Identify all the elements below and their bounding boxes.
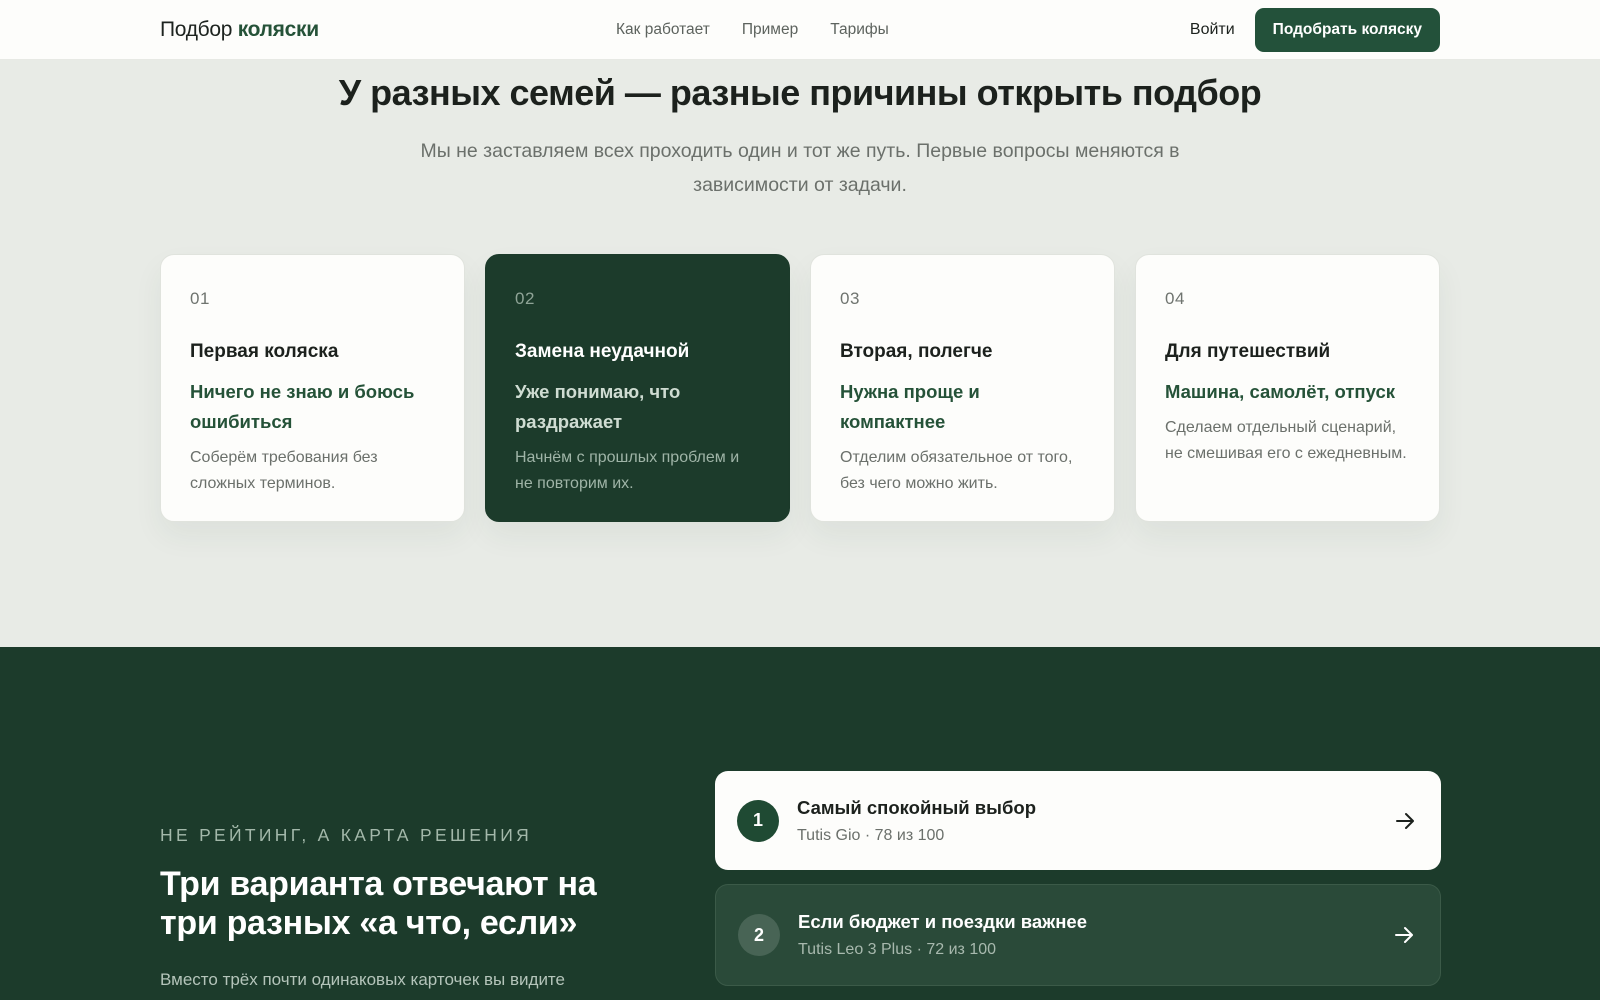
card-number: 04 [1165,289,1185,308]
scenarios-section: У разных семей — разные причины открыть … [0,60,1600,647]
option-number-badge: 1 [737,799,779,842]
option-title: Если бюджет и поездки важнее [798,911,1088,932]
scenario-card-replacement[interactable]: 02 Замена неудачной Уже понимаю, что раз… [485,254,790,522]
section-title: У разных семей — разные причины открыть … [338,72,1262,113]
logo-main: Подбор [160,17,233,41]
card-number: 03 [840,289,860,308]
option-title: Самый спокойный выбор [797,796,1037,818]
option-text: Самый спокойный выбор Tutis Gio · 78 из … [797,797,1393,845]
card-subtitle: Нужна проще и компактнее [840,381,980,432]
option-text: Если бюджет и поездки важнее Tutis Leo 3… [798,911,1392,959]
login-link[interactable]: Войти [1190,21,1235,39]
option-meta: Tutis Gio · 78 из 100 [797,826,945,844]
card-title: Первая коляска [190,341,339,362]
card-number: 02 [515,289,535,308]
scenario-card-travel[interactable]: 04 Для путешествий Машина, самолёт, отпу… [1135,254,1440,522]
decision-options: 1 Самый спокойный выбор Tutis Gio · 78 и… [715,771,1441,1000]
card-number: 01 [190,289,210,308]
option-budget-travel[interactable]: 2 Если бюджет и поездки важнее Tutis Leo… [715,884,1441,986]
card-title: Для путешествий [1165,341,1331,362]
card-description: Сделаем отдельный сценарий, не смешивая … [1165,419,1407,462]
scenario-cards: 01 Первая коляска Ничего не знаю и боюсь… [160,254,1440,522]
site-header: Подбор коляски Как работает Пример Тариф… [0,0,1600,60]
scenario-card-first[interactable]: 01 Первая коляска Ничего не знаю и боюсь… [160,254,465,522]
decision-title: Три варианта отвечают на три разных «а ч… [160,865,597,942]
logo[interactable]: Подбор коляски [160,18,319,42]
nav-link-example[interactable]: Пример [742,21,798,39]
arrow-right-icon [1396,812,1414,829]
nav-link-pricing[interactable]: Тарифы [830,21,889,39]
section-lead: Мы не заставляем всех проходить один и т… [420,140,1180,196]
arrow-right-icon [1395,927,1413,943]
card-description: Начнём с прошлых проблем и не повторим и… [515,449,740,492]
option-number-badge: 2 [738,914,780,956]
option-meta: Tutis Leo 3 Plus · 72 из 100 [798,941,997,958]
header-actions: Войти Подобрать коляску [1190,7,1440,52]
scenario-card-second-lighter[interactable]: 03 Вторая, полегче Нужна проще и компакт… [810,254,1115,522]
nav-link-how-it-works[interactable]: Как работает [616,21,710,39]
card-subtitle: Ничего не знаю и боюсь ошибиться [190,381,415,432]
option-calmest-choice[interactable]: 1 Самый спокойный выбор Tutis Gio · 78 и… [715,771,1441,870]
main-nav: Как работает Пример Тарифы [616,0,889,60]
card-title: Вторая, полегче [840,341,993,362]
logo-accent: коляски [237,17,319,41]
card-description: Отделим обязательное от того, без чего м… [840,449,1073,492]
decision-section: НЕ РЕЙТИНГ, А КАРТА РЕШЕНИЯ Три варианта… [0,647,1600,1000]
card-title: Замена неудачной [515,341,690,362]
card-subtitle: Уже понимаю, что раздражает [515,381,681,432]
section-eyebrow: НЕ РЕЙТИНГ, А КАРТА РЕШЕНИЯ [160,825,533,845]
decision-text: Вместо трёх почти одинаковых карточек вы… [160,970,565,989]
card-subtitle: Машина, самолёт, отпуск [1165,381,1395,402]
card-description: Соберём требования без сложных терминов. [190,449,378,492]
pick-stroller-button[interactable]: Подобрать коляску [1254,7,1440,52]
